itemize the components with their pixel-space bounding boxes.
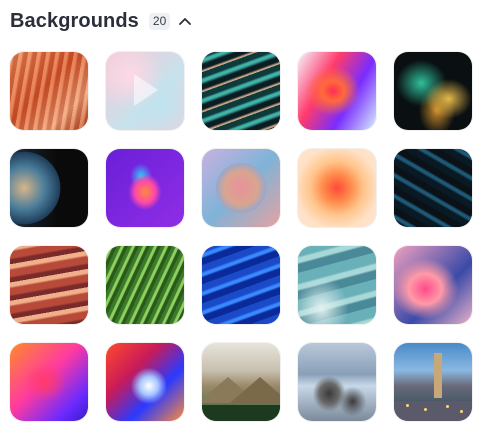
section-title: Backgrounds	[10, 9, 139, 32]
background-tile-teal-sand-dunes[interactable]	[298, 246, 376, 324]
background-thumbnail	[394, 52, 472, 130]
light-dot	[406, 404, 409, 407]
background-thumbnail	[202, 246, 280, 324]
background-thumbnail	[106, 343, 184, 421]
chevron-up-icon	[179, 18, 192, 25]
background-tile-red-purple-gradient[interactable]	[298, 52, 376, 130]
background-tile-orange-purple-gradient[interactable]	[10, 343, 88, 421]
background-thumbnail	[106, 246, 184, 324]
background-tile-dark-gold-abstract[interactable]	[394, 52, 472, 130]
background-thumbnail	[298, 149, 376, 227]
background-tile-rocky-shore[interactable]	[298, 343, 376, 421]
background-thumbnail	[298, 343, 376, 421]
background-tile-misty-mountain-forest[interactable]	[202, 343, 280, 421]
background-tile-orange-canyon-waves[interactable]	[10, 52, 88, 130]
background-tile-green-palm-leaf[interactable]	[106, 246, 184, 324]
background-thumbnail	[106, 52, 184, 130]
forest-shape	[202, 405, 280, 421]
background-tile-pastel-play[interactable]	[106, 52, 184, 130]
background-tile-red-blue-swirl[interactable]	[106, 343, 184, 421]
background-tile-purple-fish-app-icon[interactable]	[106, 149, 184, 227]
background-thumbnail	[106, 149, 184, 227]
background-thumbnail	[202, 52, 280, 130]
background-thumbnail	[394, 149, 472, 227]
light-dot	[424, 408, 427, 411]
section-header: Backgrounds 20	[10, 7, 193, 35]
backgrounds-grid	[10, 52, 472, 421]
background-tile-pink-blur-gradient[interactable]	[394, 246, 472, 324]
background-tile-teal-silk-waves[interactable]	[202, 52, 280, 130]
background-thumbnail	[10, 246, 88, 324]
background-tile-dark-blue-swirls[interactable]	[394, 149, 472, 227]
collapse-button[interactable]	[177, 13, 193, 29]
background-thumbnail	[394, 343, 472, 421]
background-thumbnail	[202, 149, 280, 227]
background-thumbnail	[10, 343, 88, 421]
background-thumbnail	[10, 52, 88, 130]
background-thumbnail	[298, 246, 376, 324]
background-tile-gradient-sphere[interactable]	[202, 149, 280, 227]
background-thumbnail	[394, 246, 472, 324]
play-shape-icon	[134, 74, 158, 106]
background-tile-orange-glow-orb[interactable]	[298, 149, 376, 227]
background-thumbnail	[298, 52, 376, 130]
mountain-shape	[230, 377, 280, 403]
light-dot	[446, 405, 449, 408]
light-dot	[460, 410, 463, 413]
background-tile-red-rock-canyon[interactable]	[10, 246, 88, 324]
background-thumbnail	[202, 343, 280, 421]
background-tile-city-plaza-dusk[interactable]	[394, 343, 472, 421]
background-thumbnail	[10, 149, 88, 227]
background-tile-planet-jupiter[interactable]	[10, 149, 88, 227]
count-badge: 20	[148, 12, 171, 30]
tower-shape	[434, 353, 442, 398]
background-tile-blue-wavy-lines[interactable]	[202, 246, 280, 324]
